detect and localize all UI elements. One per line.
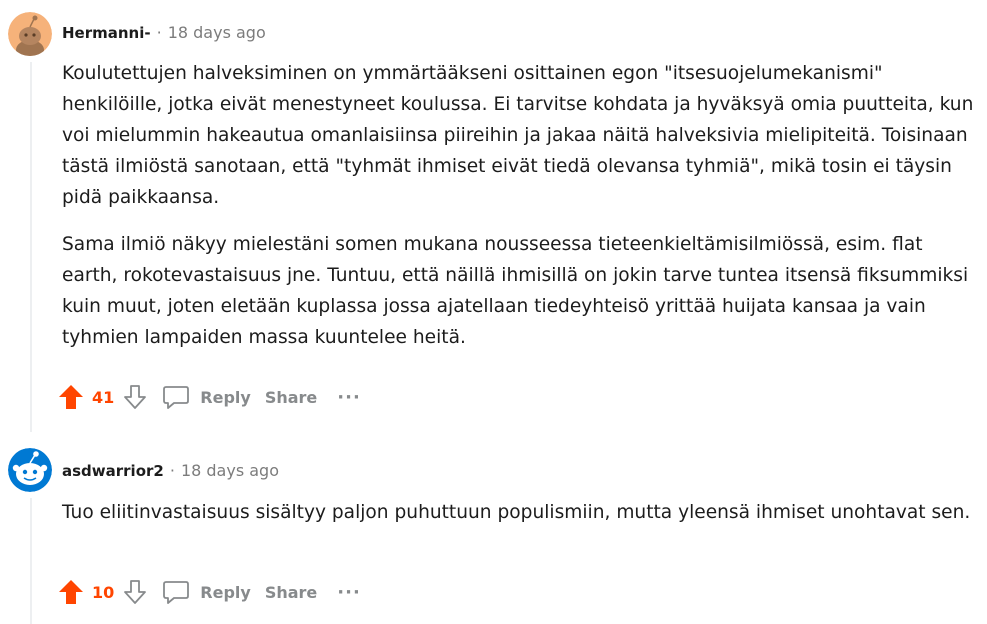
reply-button[interactable]: Reply — [162, 384, 251, 410]
comment-paragraph: Tuo eliitinvastaisuus sisältyy paljon pu… — [62, 502, 971, 523]
share-button[interactable]: Share — [265, 583, 317, 602]
comment-meta: Hermanni- · 18 days ago — [62, 22, 266, 44]
share-button[interactable]: Share — [265, 388, 317, 407]
avatar[interactable] — [8, 448, 52, 492]
upvote-icon[interactable] — [58, 579, 84, 605]
comment-actions: 41 Reply Share ··· — [58, 380, 361, 414]
comment-actions: 10 Reply Share ··· — [58, 575, 361, 609]
thread-line[interactable] — [30, 498, 32, 624]
comment-paragraph: Sama ilmiö näkyy mielestäni somen mukana… — [62, 234, 969, 348]
vote-score: 10 — [92, 582, 115, 602]
more-options-icon[interactable]: ··· — [337, 387, 361, 408]
reply-button[interactable]: Reply — [162, 579, 251, 605]
downvote-icon[interactable] — [122, 384, 148, 410]
meta-separator: · — [156, 23, 162, 42]
comment-bubble-icon — [163, 386, 190, 409]
comment-meta: asdwarrior2 · 18 days ago — [62, 460, 279, 482]
vote-score: 41 — [92, 387, 115, 407]
comment-paragraph: Koulutettujen halveksiminen on ymmärtääk… — [62, 63, 974, 208]
thread-line[interactable] — [30, 62, 32, 432]
share-label: Share — [264, 387, 318, 407]
downvote-icon[interactable] — [122, 579, 148, 605]
reply-label: Reply — [200, 387, 251, 407]
meta-separator: · — [169, 461, 175, 480]
author-name[interactable]: Hermanni- — [62, 24, 151, 42]
comment-body: Tuo eliitinvastaisuus sisältyy paljon pu… — [62, 497, 982, 528]
share-label: Share — [264, 582, 318, 602]
comment-body: Koulutettujen halveksiminen on ymmärtääk… — [62, 58, 982, 353]
more-options-icon[interactable]: ··· — [337, 582, 361, 603]
author-name[interactable]: asdwarrior2 — [62, 462, 164, 480]
comment-timestamp[interactable]: 18 days ago — [168, 23, 266, 42]
avatar[interactable] — [8, 12, 52, 56]
upvote-icon[interactable] — [58, 384, 84, 410]
comment-bubble-icon — [163, 581, 190, 604]
reply-label: Reply — [200, 582, 251, 602]
snoo-avatar-icon — [8, 448, 52, 492]
comment-timestamp[interactable]: 18 days ago — [181, 461, 279, 480]
snoo-avatar-icon — [8, 12, 52, 56]
